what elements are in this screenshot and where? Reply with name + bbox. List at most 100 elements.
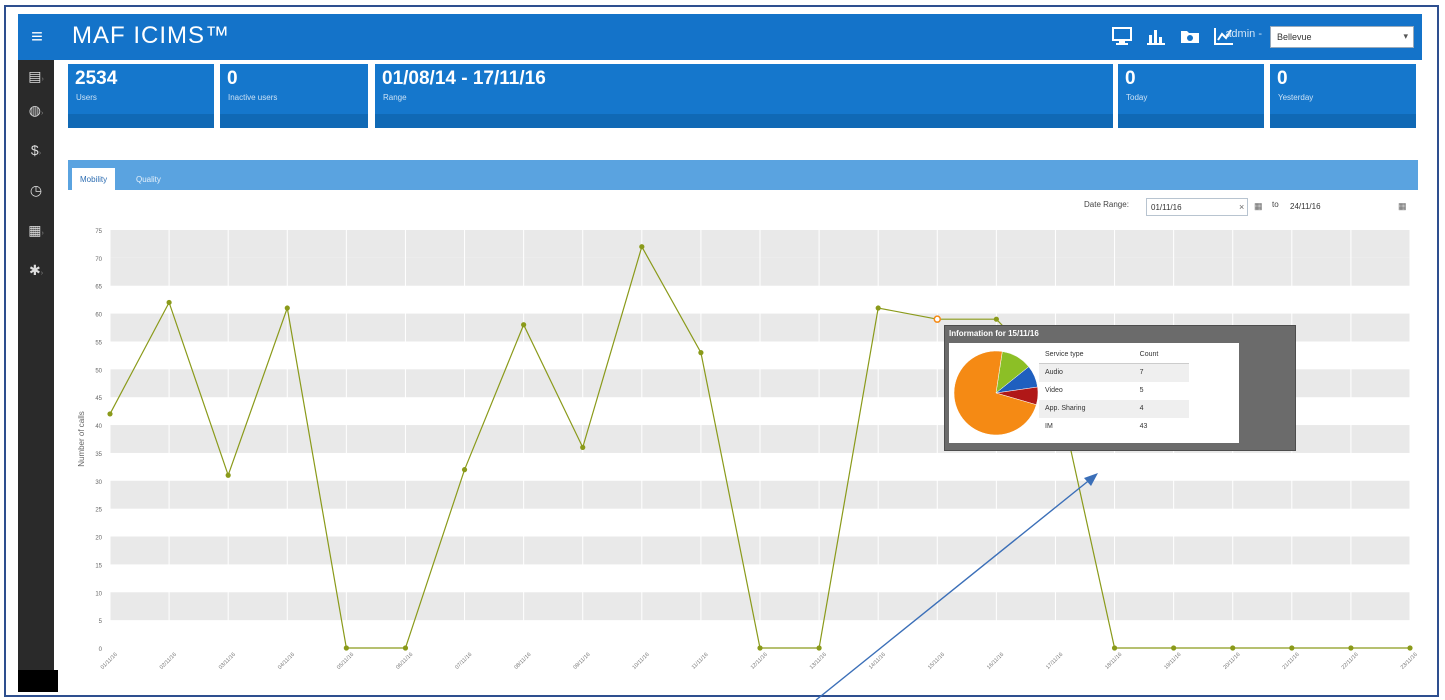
- sidebar-item-billing[interactable]: $›: [18, 138, 54, 162]
- top-navbar: ≡ MAF ICIMS™ admin - Bellevue ▾: [18, 14, 1422, 60]
- data-point[interactable]: [521, 322, 527, 328]
- calendar-icon[interactable]: ▦: [1254, 201, 1263, 212]
- date-from-input[interactable]: 01/11/16 ×: [1146, 198, 1248, 216]
- stat-today: 0 Today: [1118, 64, 1264, 128]
- data-point-highlight[interactable]: [933, 315, 942, 323]
- gear-icon: ✱: [28, 262, 41, 278]
- y-tick-label: 50: [95, 368, 102, 374]
- data-point[interactable]: [107, 411, 113, 417]
- data-point[interactable]: [698, 350, 704, 356]
- data-point[interactable]: [402, 645, 409, 651]
- folder-icon[interactable]: [1178, 25, 1202, 47]
- y-tick-label: 45: [95, 396, 102, 402]
- data-point[interactable]: [1407, 645, 1413, 651]
- data-point[interactable]: [875, 305, 881, 311]
- data-point[interactable]: [580, 444, 586, 450]
- x-tick-label: 04/11/16: [277, 652, 296, 671]
- x-tick-label: 01/11/16: [100, 652, 119, 671]
- x-tick-label: 16/11/16: [986, 652, 1005, 671]
- calls-line-chart: 051015202530354045505560657075Number of …: [77, 229, 1418, 671]
- sidebar-item-alarms[interactable]: ◷: [18, 178, 54, 202]
- x-tick-label: 21/11/16: [1282, 652, 1301, 671]
- data-point[interactable]: [284, 305, 290, 311]
- globe-icon: ◍: [28, 102, 41, 118]
- y-tick-label: 55: [95, 340, 102, 346]
- hamburger-icon[interactable]: ≡: [24, 24, 50, 50]
- x-tick-label: 05/11/16: [336, 652, 355, 671]
- cell-type: Audio: [1039, 363, 1134, 382]
- data-point[interactable]: [1230, 645, 1236, 651]
- data-point[interactable]: [1289, 645, 1295, 651]
- x-tick-label: 17/11/16: [1045, 652, 1064, 671]
- data-point[interactable]: [816, 645, 822, 651]
- x-tick-label: 03/11/16: [218, 652, 237, 671]
- x-tick-label: 06/11/16: [395, 652, 414, 671]
- table-row: Video 5: [1039, 382, 1189, 400]
- data-point[interactable]: [225, 472, 231, 478]
- data-point[interactable]: [343, 645, 349, 651]
- cell-count: 7: [1133, 363, 1189, 382]
- x-tick-label: 09/11/16: [572, 652, 591, 671]
- sidebar-item-dashboard[interactable]: ▦›: [18, 218, 54, 242]
- tab-quality[interactable]: Quality: [128, 168, 169, 190]
- to-label: to: [1272, 200, 1279, 209]
- data-point[interactable]: [166, 299, 172, 306]
- data-point[interactable]: [757, 645, 763, 651]
- table-row: App. Sharing 4: [1039, 399, 1189, 418]
- clock-icon: ◷: [29, 182, 43, 198]
- x-tick-label: 20/11/16: [1222, 652, 1241, 671]
- stat-label: Range: [383, 93, 407, 102]
- x-tick-label: 02/11/16: [159, 652, 178, 671]
- y-tick-label: 70: [95, 257, 102, 263]
- date-to-value: 24/11/16: [1290, 202, 1321, 211]
- service-table: Service type Count Audio 7 Video 5 App. …: [1039, 346, 1189, 436]
- toolbar-icons: [1110, 25, 1236, 47]
- region-select[interactable]: Bellevue ▾: [1270, 26, 1414, 48]
- data-point[interactable]: [461, 467, 468, 473]
- cell-count: 43: [1139, 423, 1148, 430]
- x-tick-label: 18/11/16: [1104, 652, 1123, 671]
- tab-bar: Mobility Quality: [68, 160, 1418, 190]
- date-to-input[interactable]: 24/11/16: [1286, 198, 1414, 216]
- stat-value: 0: [1277, 68, 1288, 89]
- sidebar-item-settings[interactable]: ✱›: [18, 258, 54, 282]
- header-service-type: Service type: [1039, 346, 1134, 364]
- x-tick-label: 11/11/16: [691, 652, 710, 671]
- document-icon: ▤: [28, 68, 42, 84]
- data-point[interactable]: [1348, 645, 1354, 651]
- admin-menu[interactable]: admin -: [1225, 28, 1262, 40]
- stat-label: Yesterday: [1278, 93, 1314, 102]
- y-tick-label: 15: [95, 563, 102, 569]
- x-tick-label: 22/11/16: [1341, 652, 1360, 671]
- x-tick-label: 13/11/16: [809, 652, 828, 671]
- service-pie-chart: [953, 350, 1039, 436]
- date-range-label: Date Range:: [1084, 200, 1129, 209]
- bar-chart-icon[interactable]: [1144, 25, 1168, 47]
- cell-type: Video: [1045, 387, 1063, 394]
- tab-mobility[interactable]: Mobility: [72, 168, 116, 190]
- sidebar: ▤› ◍› $› ◷ ▦› ✱›: [18, 60, 54, 690]
- table-row: IM 43: [1039, 418, 1189, 436]
- y-tick-label: 60: [95, 313, 102, 319]
- y-tick-label: 20: [95, 536, 102, 542]
- data-point[interactable]: [993, 316, 999, 322]
- clear-icon[interactable]: ×: [1239, 202, 1244, 212]
- data-point[interactable]: [1111, 645, 1118, 651]
- stat-inactive-users: 0 Inactive users: [220, 64, 368, 128]
- y-tick-label: 40: [95, 424, 102, 430]
- x-tick-label: 12/11/16: [750, 652, 769, 671]
- calendar-icon[interactable]: ▦: [1398, 201, 1407, 212]
- y-tick-label: 5: [99, 619, 103, 625]
- y-tick-label: 0: [99, 647, 103, 653]
- sidebar-item-network[interactable]: ◍›: [18, 98, 54, 122]
- service-info-popup: Information for 15/11/16 Service type Co…: [944, 325, 1296, 451]
- y-tick-label: 30: [95, 480, 102, 486]
- dollar-icon: $: [30, 142, 39, 158]
- x-tick-label: 08/11/16: [513, 652, 532, 671]
- monitor-icon[interactable]: [1110, 25, 1134, 47]
- y-tick-label: 75: [95, 229, 102, 235]
- data-point[interactable]: [639, 244, 645, 250]
- sidebar-item-reports[interactable]: ▤›: [18, 64, 54, 88]
- data-point[interactable]: [1171, 645, 1177, 651]
- y-axis-label: Number of calls: [77, 411, 86, 467]
